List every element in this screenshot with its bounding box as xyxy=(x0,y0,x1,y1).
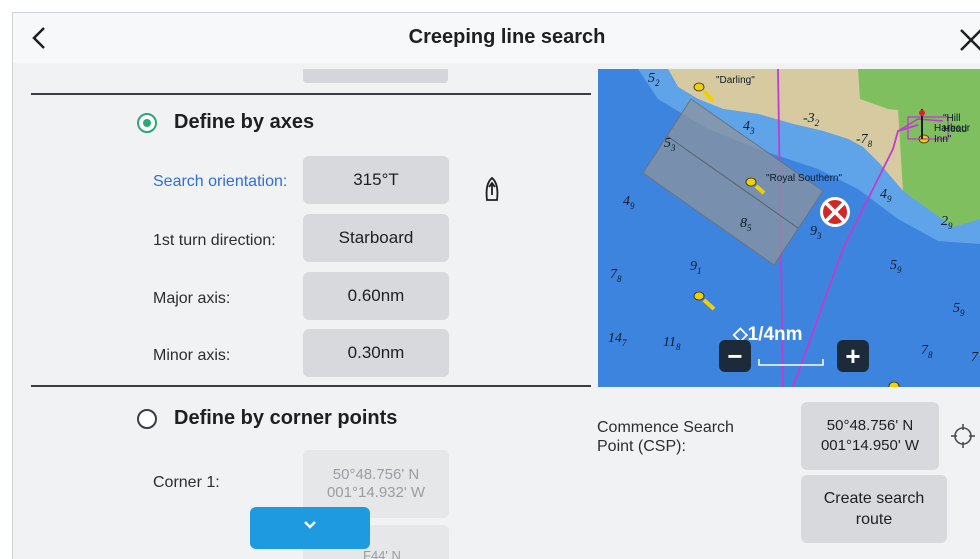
turn-direction-button[interactable]: Starboard xyxy=(303,214,449,262)
corner1-lon: 001°14.932' W xyxy=(326,484,426,501)
corner2-partial: F44' N xyxy=(363,548,401,559)
corners-radio[interactable] xyxy=(137,409,157,429)
search-dialog: Creeping line search Define by axes Sear… xyxy=(12,12,980,559)
chevron-left-icon[interactable] xyxy=(27,25,53,51)
turn-direction-label: 1st turn direction: xyxy=(153,232,276,249)
zoom-in-button[interactable]: + xyxy=(837,340,869,372)
section-divider xyxy=(31,93,591,95)
boat-heading-icon[interactable] xyxy=(483,176,501,202)
map-label-darling: "Darling" xyxy=(716,75,755,86)
scroll-indicator xyxy=(303,69,448,83)
major-axis-label: Major axis: xyxy=(153,290,231,307)
page-title: Creeping line search xyxy=(408,26,606,48)
search-orientation-button[interactable]: 315°T xyxy=(303,156,449,204)
chart-map[interactable]: 52 "Darling" 43 53 -32 -78 "Royal Southe… xyxy=(598,69,980,387)
section-divider xyxy=(31,385,591,387)
corners-section-title: Define by corner points xyxy=(174,407,398,429)
create-route-line2: route xyxy=(855,511,893,528)
chevron-down-icon xyxy=(304,521,316,529)
csp-button[interactable]: 50°48.756' N 001°14.950' W xyxy=(801,402,939,470)
map-label-harbour-inn: Harbour Inn" xyxy=(934,123,971,145)
axes-section-title: Define by axes xyxy=(174,111,315,133)
map-label-royal-southern: "Royal Southern" xyxy=(766,173,843,184)
minor-axis-button[interactable]: 0.30nm xyxy=(303,329,449,377)
create-search-route-button[interactable]: Create search route xyxy=(801,475,947,543)
major-axis-button[interactable]: 0.60nm xyxy=(303,272,449,320)
csp-lon: 001°14.950' W xyxy=(820,437,920,454)
search-orientation-label: Search orientation: xyxy=(153,173,288,190)
csp-label: Commence Search Point (CSP): xyxy=(597,418,767,456)
crosshair-icon[interactable] xyxy=(950,423,976,449)
zoom-out-button[interactable]: − xyxy=(719,340,751,372)
map-scale-value: 1/4nm xyxy=(747,324,803,345)
create-route-line1: Create search xyxy=(823,490,925,507)
corner1-lat: 50°48.756' N xyxy=(332,466,420,483)
csp-label-line2: Point (CSP): xyxy=(597,438,686,455)
corner1-label: Corner 1: xyxy=(153,474,220,491)
minor-axis-label: Minor axis: xyxy=(153,347,231,364)
header-bar: Creeping line search xyxy=(13,13,980,63)
csp-label-line1: Commence Search xyxy=(597,419,734,436)
expand-button[interactable] xyxy=(250,507,370,549)
close-icon[interactable] xyxy=(957,24,980,52)
csp-lat: 50°48.756' N xyxy=(826,417,914,434)
settings-panel[interactable]: Define by axes Search orientation: 315°T… xyxy=(13,69,596,559)
axes-radio[interactable] xyxy=(137,113,157,133)
